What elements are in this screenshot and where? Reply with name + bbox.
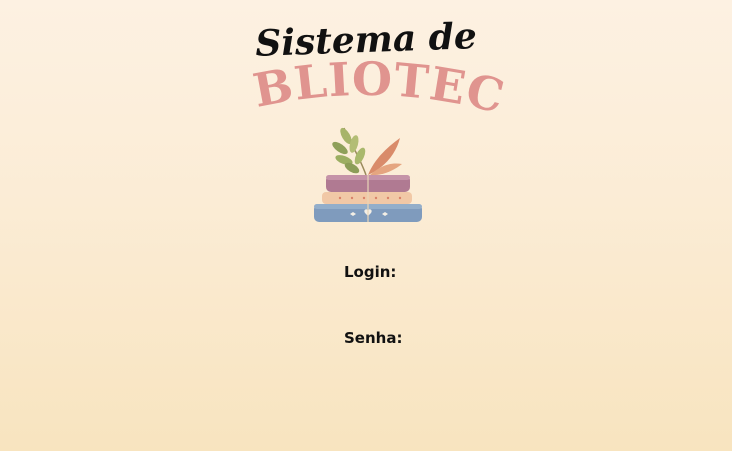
login-label: Login: [344,263,397,281]
senha-input[interactable] [404,329,554,349]
login-input[interactable] [400,263,550,283]
stacked-books-with-leaves-icon [314,127,422,222]
senha-label: Senha: [344,329,403,347]
